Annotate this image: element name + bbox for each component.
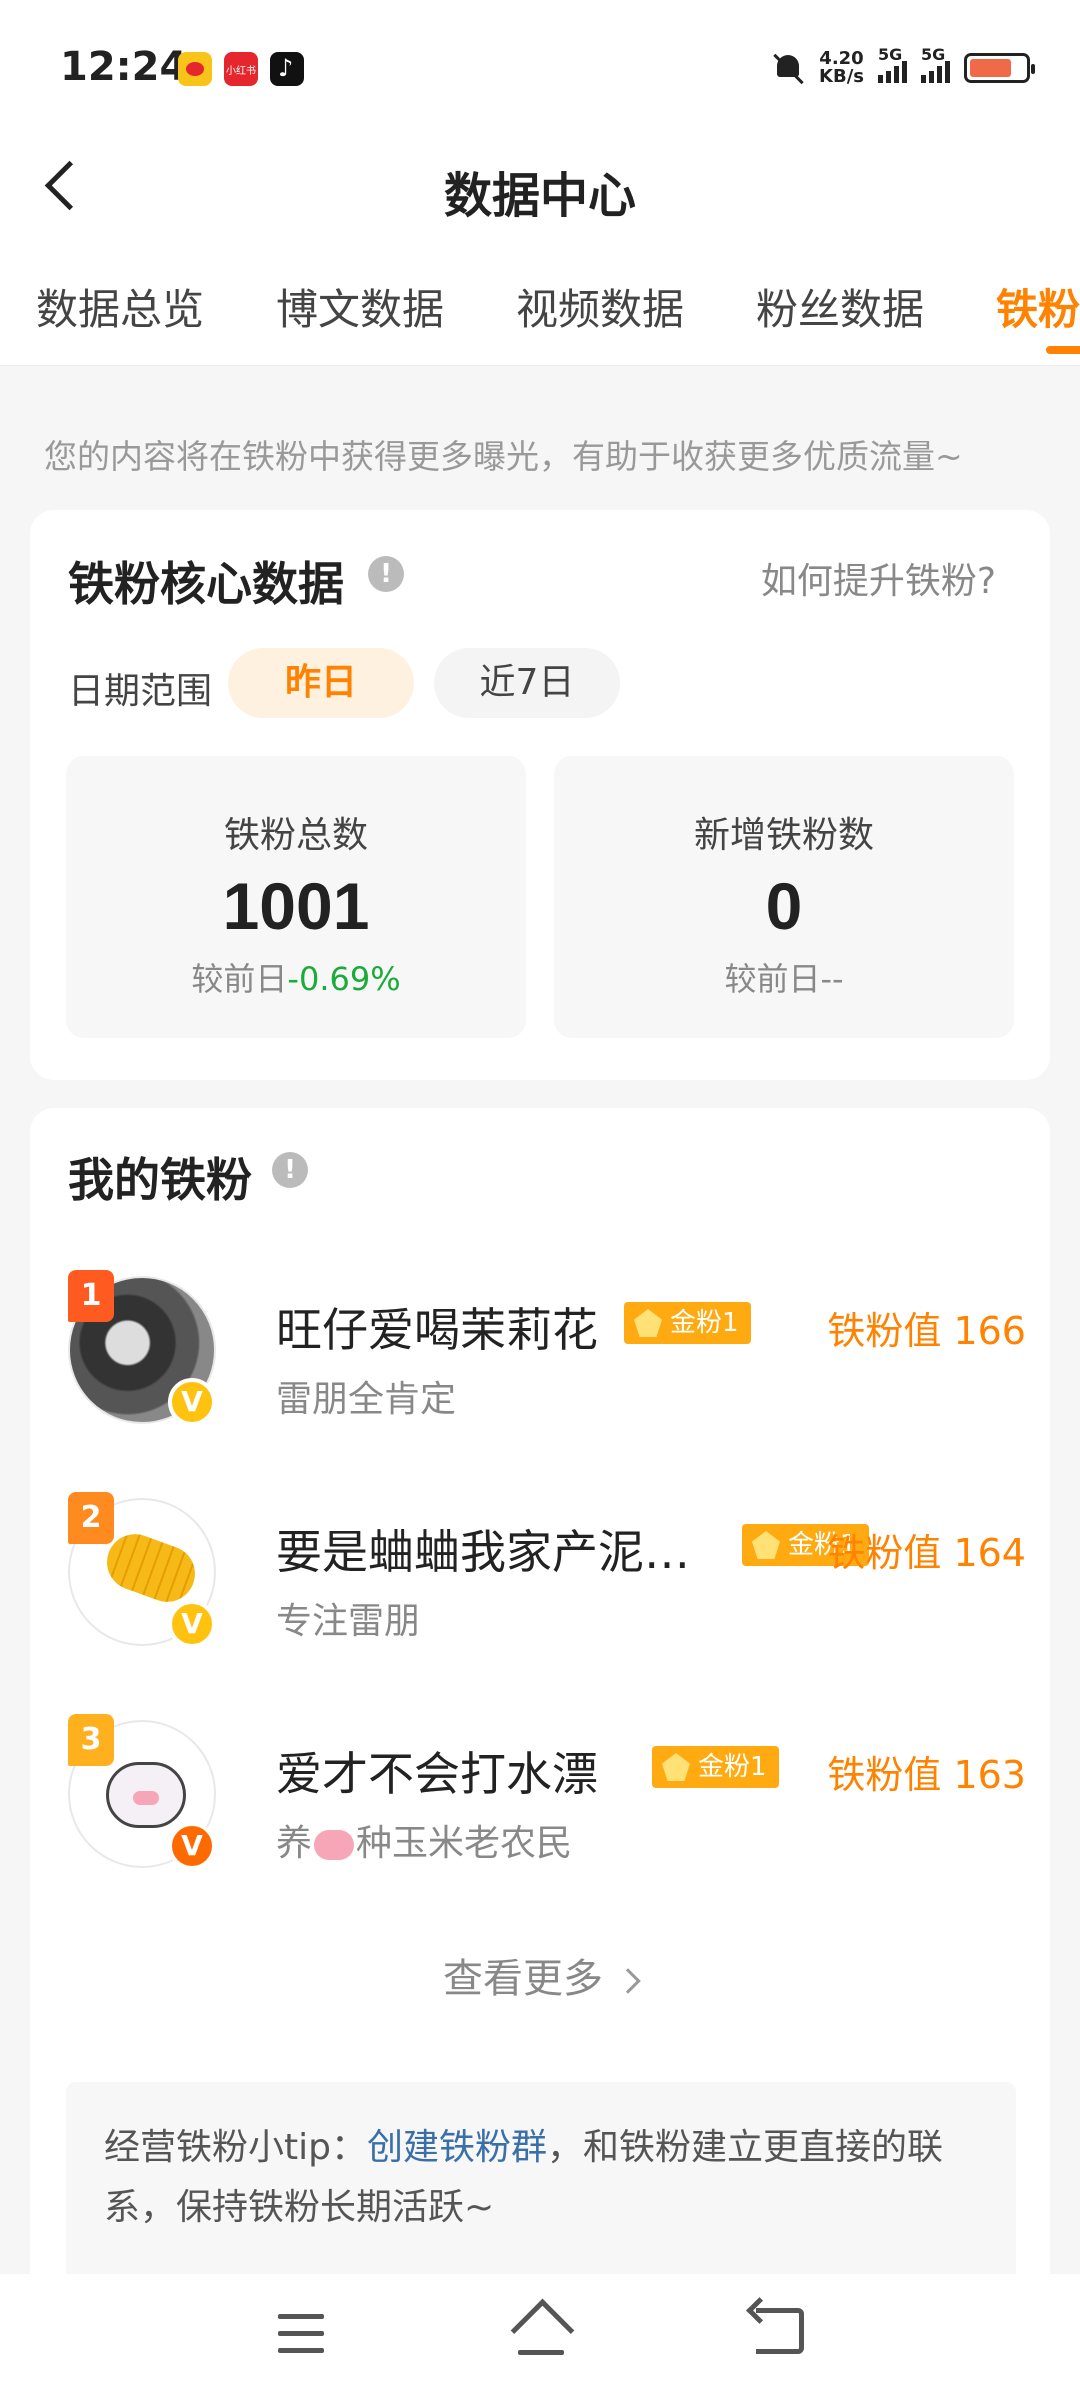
menu-icon[interactable] — [278, 2314, 324, 2354]
corn-image — [99, 1526, 203, 1610]
weibo-icon — [178, 52, 212, 86]
back-icon[interactable] — [756, 2308, 804, 2354]
tab-post-data[interactable]: 博文数据 — [276, 276, 444, 337]
app-header: 数据中心 — [0, 130, 1080, 238]
battery-fill — [970, 59, 1011, 77]
stat-compare-value: -0.69% — [287, 960, 401, 998]
tip-prefix: 经营铁粉小tip： — [104, 2127, 367, 2168]
info-icon[interactable]: ! — [272, 1152, 308, 1188]
system-nav-bar — [0, 2274, 1080, 2400]
gold-fan-badge-label: 金粉1 — [698, 1752, 767, 1782]
chevron-right-icon — [615, 1968, 641, 1994]
iron-fan-score: 铁粉值 163 — [827, 1753, 1026, 1797]
fan-name: 要是蛐蛐我家产泥… — [276, 1525, 690, 1579]
iron-fan-score: 铁粉值 164 — [827, 1531, 1026, 1575]
fan-list-item[interactable]: 3 V 爱才不会打水漂 金粉1 养 种玉米老农民 铁粉值 163 — [66, 1714, 1026, 1878]
status-indicators: 4.20 KB/s 5G 5G — [771, 45, 1035, 90]
date-chip-yesterday[interactable]: 昨日 — [228, 648, 414, 718]
core-data-title: 铁粉核心数据 — [68, 557, 344, 611]
status-time: 12:24 — [60, 44, 188, 90]
home-icon[interactable] — [510, 2302, 572, 2360]
network-speed: 4.20 KB/s — [819, 50, 864, 86]
signal-icon: 5G — [878, 45, 907, 83]
rank-badge: 1 — [68, 1270, 114, 1322]
battery-icon — [964, 53, 1035, 83]
rank-badge: 2 — [68, 1492, 114, 1544]
tab-fan-data[interactable]: 粉丝数据 — [756, 276, 924, 337]
fan-list-item[interactable]: 1 V 旺仔爱喝茉莉花 金粉1 雷朋全肯定 铁粉值 166 — [66, 1270, 1026, 1434]
how-to-improve-link[interactable]: 如何提升铁粉? — [761, 552, 996, 604]
stat-value: 1001 — [222, 869, 370, 943]
info-icon[interactable]: ! — [368, 556, 404, 592]
tab-iron-fans[interactable]: 铁粉 — [996, 276, 1080, 337]
verified-v-icon: V — [168, 1822, 216, 1870]
rank-badge: 3 — [68, 1714, 114, 1766]
fan-description: 养 种玉米老农民 — [276, 1814, 572, 1866]
see-more-label: 查看更多 — [443, 1956, 603, 2002]
tip-box: 经营铁粉小tip：创建铁粉群，和铁粉建立更直接的联系，保持铁粉长期活跃~ — [66, 2082, 1016, 2292]
gold-fan-badge-label: 金粉1 — [670, 1308, 739, 1338]
avatar[interactable]: 1 V — [66, 1270, 218, 1426]
see-more-button[interactable]: 查看更多 — [30, 1946, 1050, 2004]
core-data-card: 铁粉核心数据 ! 如何提升铁粉? 日期范围 昨日 近7日 铁粉总数 1001 较… — [30, 510, 1050, 1080]
mute-bell-icon — [771, 51, 805, 85]
pig-icon — [314, 1830, 355, 1860]
tab-video-data[interactable]: 视频数据 — [516, 276, 684, 337]
iron-fan-score: 铁粉值 166 — [827, 1309, 1026, 1353]
stat-compare-label: 较前日 — [724, 960, 821, 998]
stat-compare: 较前日-0.69% — [66, 954, 526, 1000]
verified-v-icon: V — [168, 1600, 216, 1648]
cartoon-image — [106, 1762, 186, 1828]
xiaohongshu-text: 小红书 — [226, 66, 256, 77]
tab-bar: 数据总览 博文数据 视频数据 粉丝数据 铁粉 — [0, 238, 1080, 366]
fan-name: 旺仔爱喝茉莉花 — [276, 1303, 598, 1357]
gold-fan-badge: 金粉1 — [624, 1302, 751, 1344]
date-chip-7days[interactable]: 近7日 — [434, 648, 620, 718]
date-range-label: 日期范围 — [68, 671, 213, 712]
verified-v-icon: V — [168, 1378, 216, 1426]
avatar[interactable]: 2 V — [66, 1492, 218, 1648]
my-fans-card: 我的铁粉 ! 1 V 旺仔爱喝茉莉花 金粉1 雷朋全肯定 铁粉值 166 2 V… — [30, 1108, 1050, 2308]
notice-text: 您的内容将在铁粉中获得更多曝光，有助于收获更多优质流量~ — [44, 437, 963, 476]
xiaohongshu-icon: 小红书 — [224, 52, 258, 86]
signal-label-2: 5G — [921, 45, 946, 64]
fan-description: 专注雷朋 — [276, 1601, 421, 1642]
gem-icon — [752, 1531, 780, 1559]
create-fan-group-link[interactable]: 创建铁粉群 — [367, 2127, 547, 2168]
tiktok-icon — [270, 52, 304, 86]
fan-description: 雷朋全肯定 — [276, 1379, 457, 1420]
network-speed-unit: KB/s — [819, 66, 864, 87]
page-title: 数据中心 — [443, 168, 636, 224]
fan-description-end: 种玉米老农民 — [356, 1823, 573, 1864]
avatar[interactable]: 3 V — [66, 1714, 218, 1870]
fan-name: 爱才不会打水漂 — [276, 1747, 598, 1801]
my-fans-title: 我的铁粉 — [68, 1153, 252, 1207]
stat-new-fans: 新增铁粉数 0 较前日-- — [554, 756, 1014, 1038]
stat-value: 0 — [765, 869, 803, 943]
fan-list-item[interactable]: 2 V 要是蛐蛐我家产泥… 金粉1 专注雷朋 铁粉值 164 — [66, 1492, 1026, 1656]
fan-description-start: 养 — [276, 1823, 313, 1864]
gem-icon — [634, 1309, 662, 1337]
gem-icon — [662, 1753, 690, 1781]
active-tab-indicator — [1046, 346, 1080, 354]
signal-icon-2: 5G — [921, 45, 950, 83]
status-bar: 12:24 小红书 4.20 KB/s 5G 5G — [0, 0, 1080, 130]
stat-compare-label: 较前日 — [191, 960, 288, 998]
stat-label: 新增铁粉数 — [693, 815, 874, 856]
stat-total-fans: 铁粉总数 1001 较前日-0.69% — [66, 756, 526, 1038]
stat-label: 铁粉总数 — [223, 815, 368, 856]
stat-compare: 较前日-- — [554, 954, 1014, 1000]
stat-compare-value: -- — [820, 960, 844, 998]
gold-fan-badge: 金粉1 — [652, 1746, 779, 1788]
tab-overview[interactable]: 数据总览 — [36, 276, 204, 337]
signal-label: 5G — [878, 45, 903, 64]
